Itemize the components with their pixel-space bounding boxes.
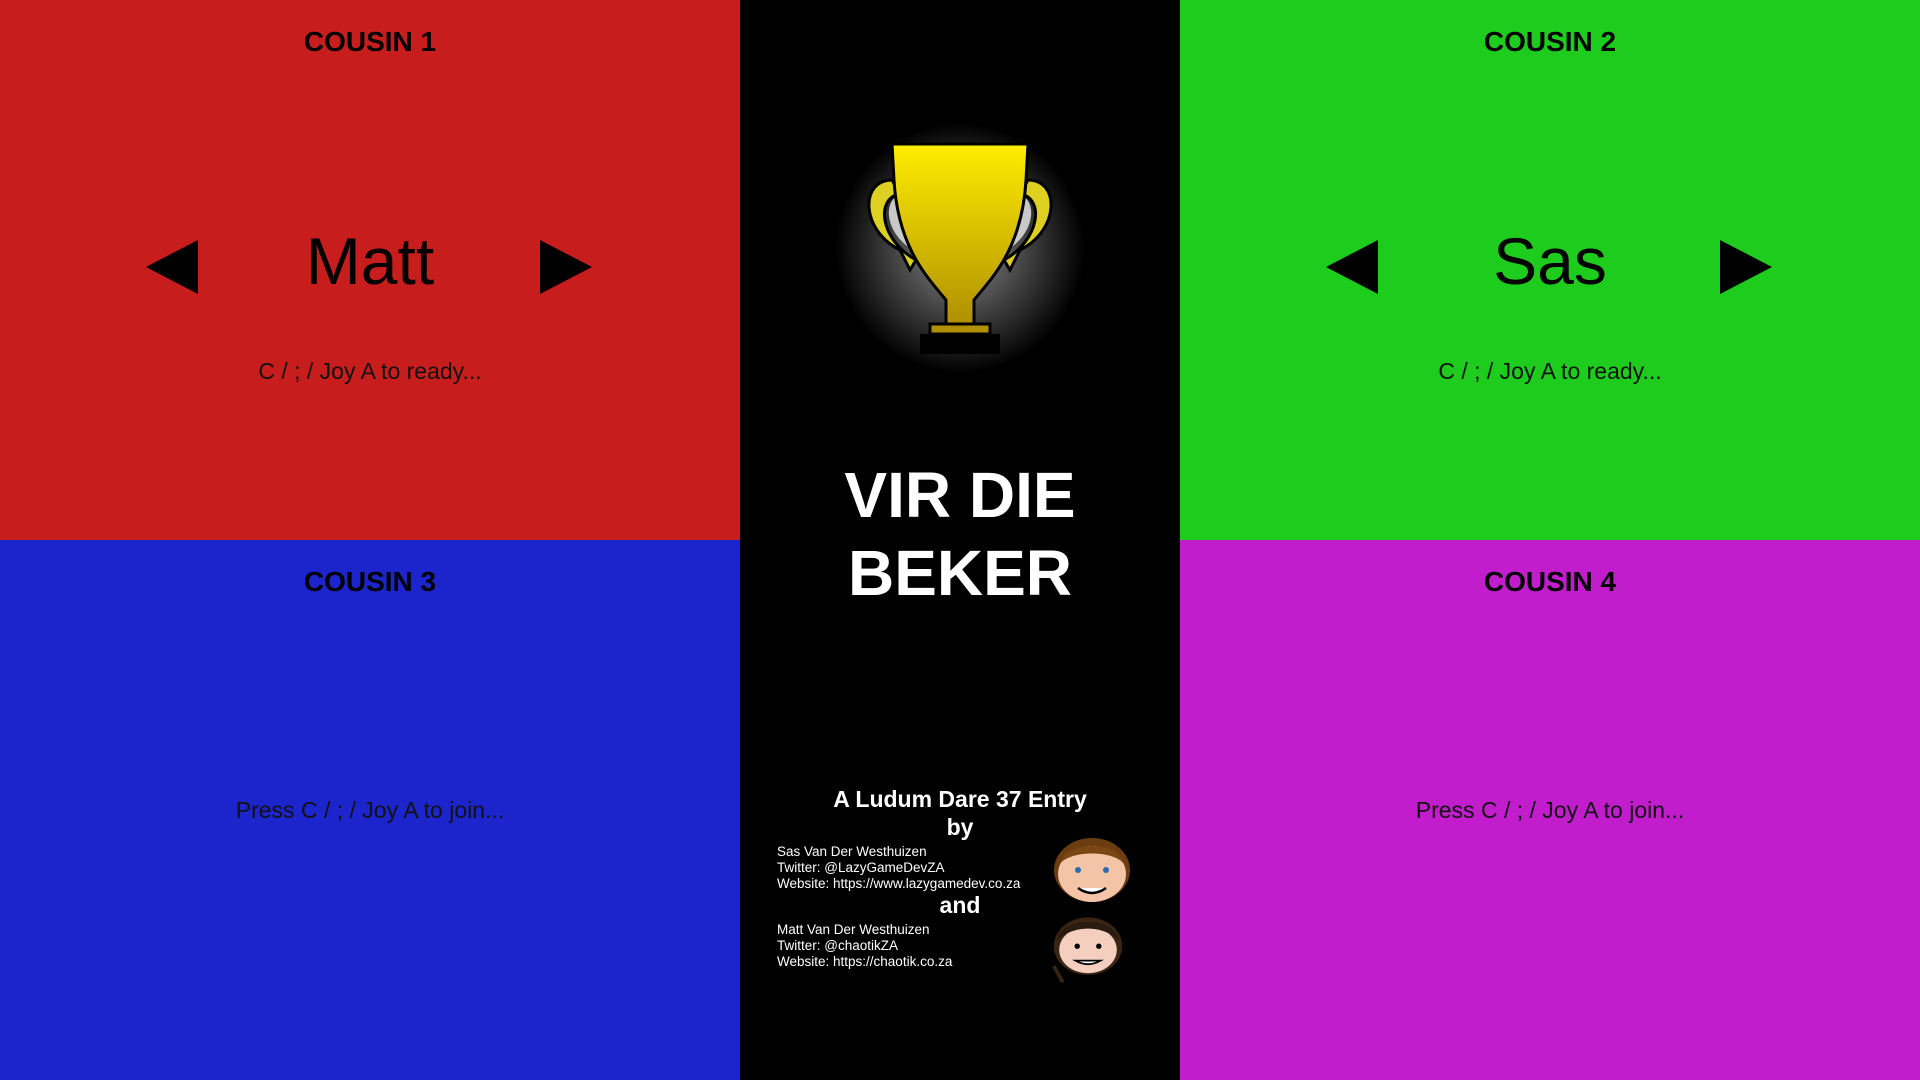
author-2-credits: Matt Van Der Westhuizen Twitter: @chaoti… [777, 922, 952, 970]
game-title-line-2: BEKER [847, 537, 1073, 609]
cousin-4-join-prompt: Press C / ; / Joy A to join... [1415, 797, 1685, 823]
author-1-twitter: Twitter: @LazyGameDevZA [777, 860, 945, 875]
author-1-avatar [1054, 838, 1130, 902]
author-2-name: Matt Van Der Westhuizen [777, 922, 930, 937]
trophy-icon [835, 123, 1085, 373]
cousin-2-hint: C / ; / Joy A to ready... [1438, 358, 1662, 384]
game-title-line-1: VIR DIE [844, 459, 1076, 531]
author-1-website: Website: https://www.lazygamedev.co.za [777, 876, 1021, 891]
cousin-1-name: Matt [305, 224, 435, 298]
author-2-avatar [1052, 917, 1123, 984]
cousin-4-title: COUSIN 4 [1483, 566, 1617, 597]
cousin-1-panel: COUSIN 1 Matt C / ; / Joy A to ready... [0, 0, 740, 540]
cousin-1-title: COUSIN 1 [303, 26, 437, 57]
cousin-1-hint: C / ; / Joy A to ready... [258, 358, 482, 384]
center-panel: VIR DIE BEKER A Ludum Dare 37 Entry by S… [740, 0, 1180, 1080]
author-2-website: Website: https://chaotik.co.za [777, 954, 953, 969]
cousin-2-title: COUSIN 2 [1483, 26, 1617, 57]
credits-heading: A Ludum Dare 37 Entry by [740, 785, 1180, 841]
cousin-2-name: Sas [1493, 224, 1607, 298]
cousin-3-join-prompt: Press C / ; / Joy A to join... [235, 797, 505, 823]
author-1-name: Sas Van Der Westhuizen [777, 844, 927, 859]
author-2-twitter: Twitter: @chaotikZA [777, 938, 898, 953]
cousin-4-panel: COUSIN 4 Press C / ; / Joy A to join... [1180, 540, 1920, 1080]
author-1-credits: Sas Van Der Westhuizen Twitter: @LazyGam… [777, 844, 1020, 892]
game-title: VIR DIE BEKER [740, 456, 1180, 612]
cousin-2-panel: COUSIN 2 Sas C / ; / Joy A to ready... [1180, 0, 1920, 540]
arrow-right-icon[interactable] [540, 240, 592, 294]
cousin-3-title: COUSIN 3 [303, 566, 437, 597]
entry-label: A Ludum Dare 37 Entry [833, 786, 1087, 812]
cousin-3-panel: COUSIN 3 Press C / ; / Joy A to join... [0, 540, 740, 1080]
arrow-right-icon[interactable] [1720, 240, 1772, 294]
